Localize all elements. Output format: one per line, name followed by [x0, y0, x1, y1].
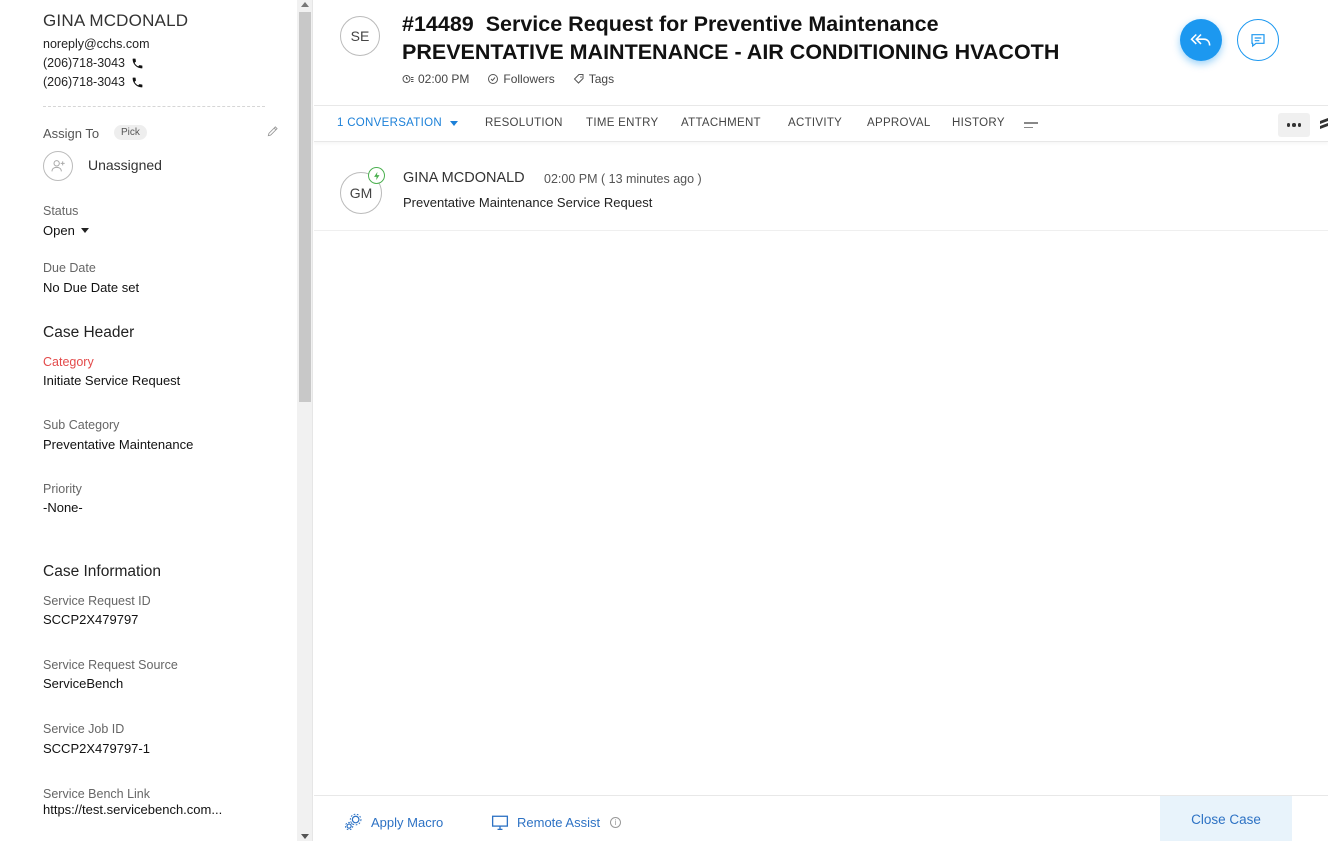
phone-number: (206)718-3043: [43, 75, 126, 89]
sidebar-scrollbar[interactable]: [297, 0, 313, 841]
followers-label: Followers: [503, 72, 555, 86]
followers-button[interactable]: Followers: [487, 72, 555, 86]
monitor-icon: [491, 815, 509, 831]
contact-email[interactable]: noreply@cchs.com: [43, 37, 149, 51]
ticket-title-line2: PREVENTATIVE MAINTENANCE - AIR CONDITION…: [402, 40, 1060, 64]
assignee-avatar[interactable]: [43, 151, 73, 181]
tab-menu-icon[interactable]: [1024, 122, 1038, 131]
comment-button[interactable]: [1237, 19, 1279, 61]
status-label: Status: [43, 204, 79, 218]
sender-name[interactable]: GINA MCDONALD: [403, 170, 525, 186]
contact-phone[interactable]: (206)718-3043: [43, 56, 144, 70]
tag-icon: [573, 74, 584, 84]
tab-conversation[interactable]: 1 CONVERSATION: [337, 117, 458, 129]
conversation-time: 02:00 PM ( 13 minutes ago ): [544, 172, 702, 186]
info-icon[interactable]: i: [610, 816, 622, 828]
service-job-id-value[interactable]: SCCP2X479797-1: [43, 741, 150, 756]
service-request-id-label: Service Request ID: [43, 594, 151, 608]
tab-label: 1 CONVERSATION: [337, 117, 442, 129]
bottom-action-bar: Apply Macro Remote Assist i Close Case: [314, 795, 1328, 841]
ticket-tabs: 1 CONVERSATION RESOLUTION TIME ENTRY ATT…: [314, 105, 1328, 142]
ticket-time-text: 02:00 PM: [418, 72, 470, 86]
service-job-id-label: Service Job ID: [43, 722, 125, 736]
contact-sidebar: GINA MCDONALD noreply@cchs.com (206)718-…: [0, 0, 297, 841]
priority-label: Priority: [43, 482, 82, 496]
category-label: Category: [43, 355, 94, 369]
phone-number: (206)718-3043: [43, 56, 126, 70]
ticket-meta: 02:00 PM Followers Tags: [402, 72, 614, 86]
scroll-up-icon[interactable]: [301, 2, 309, 7]
service-request-source-value[interactable]: ServiceBench: [43, 676, 123, 691]
scrollbar-thumb[interactable]: [299, 12, 311, 402]
more-options-button[interactable]: [1278, 113, 1310, 137]
service-bench-link-label: Service Bench Link: [43, 787, 151, 801]
due-date-label: Due Date: [43, 261, 96, 275]
tags-button[interactable]: Tags: [573, 72, 614, 86]
lightning-icon: [373, 171, 379, 180]
scroll-down-icon[interactable]: [301, 834, 309, 839]
clock-icon: [402, 75, 414, 83]
case-header-title: Case Header: [43, 324, 135, 341]
caret-down-icon: [80, 228, 89, 233]
reply-all-button[interactable]: [1180, 19, 1222, 61]
tab-approval[interactable]: APPROVAL: [867, 117, 931, 129]
check-circle-icon: [488, 74, 499, 84]
dot-icon: [1297, 123, 1302, 127]
conversation-item[interactable]: GM GINA MCDONALD 02:00 PM ( 13 minutes a…: [314, 143, 1328, 231]
tab-history[interactable]: HISTORY: [952, 117, 1005, 129]
comment-icon: [1251, 34, 1265, 48]
due-date-value[interactable]: No Due Date set: [43, 280, 139, 295]
phone-icon[interactable]: [131, 57, 144, 70]
apply-macro-label: Apply Macro: [371, 814, 444, 830]
sub-category-value[interactable]: Preventative Maintenance: [43, 437, 193, 452]
add-user-icon: [51, 160, 65, 172]
ticket-detail: SE #14489 Service Request for Preventive…: [314, 0, 1328, 841]
ticket-time[interactable]: 02:00 PM: [402, 72, 469, 86]
assign-to-label: Assign To: [43, 126, 100, 141]
dot-icon: [1286, 123, 1291, 127]
dot-icon: [1292, 123, 1296, 127]
caret-down-icon: [449, 120, 458, 126]
ticket-title-line1: #14489 Service Request for Preventive Ma…: [402, 12, 939, 36]
contact-name[interactable]: GINA MCDONALD: [43, 11, 188, 31]
layers-icon[interactable]: [1320, 117, 1328, 131]
service-bench-link[interactable]: https://test.servicebench.com...: [43, 802, 222, 817]
lightning-badge-icon: [368, 167, 385, 184]
pick-button[interactable]: Pick: [114, 125, 147, 140]
apply-macro-button[interactable]: Apply Macro: [344, 813, 443, 831]
reply-all-icon: [1190, 33, 1211, 46]
close-case-button[interactable]: Close Case: [1160, 796, 1292, 841]
ticket-avatar[interactable]: SE: [340, 16, 380, 56]
category-value[interactable]: Initiate Service Request: [43, 373, 180, 388]
tab-activity[interactable]: ACTIVITY: [788, 117, 842, 129]
gears-icon: [344, 813, 362, 831]
case-information-title: Case Information: [43, 563, 162, 580]
service-request-id-value[interactable]: SCCP2X479797: [43, 612, 138, 627]
tab-time-entry[interactable]: TIME ENTRY: [586, 117, 658, 129]
priority-value[interactable]: -None-: [43, 500, 83, 515]
divider: [43, 106, 265, 107]
tags-label: Tags: [588, 72, 615, 86]
sub-category-label: Sub Category: [43, 418, 120, 432]
phone-icon[interactable]: [131, 76, 144, 89]
status-dropdown[interactable]: Open: [43, 223, 89, 238]
remote-assist-label: Remote Assist: [517, 814, 601, 830]
remote-assist-button[interactable]: Remote Assist i: [490, 813, 622, 831]
conversation-snippet[interactable]: Preventative Maintenance Service Request: [403, 195, 652, 210]
pencil-icon[interactable]: [266, 124, 280, 138]
tab-resolution[interactable]: RESOLUTION: [485, 117, 563, 129]
status-value: Open: [43, 223, 75, 238]
contact-phone-secondary[interactable]: (206)718-3043: [43, 75, 144, 89]
assignee-name[interactable]: Unassigned: [88, 157, 162, 173]
tab-attachment[interactable]: ATTACHMENT: [681, 117, 761, 129]
ticket-title: #14489 Service Request for Preventive Ma…: [402, 10, 1059, 66]
service-request-source-label: Service Request Source: [43, 658, 178, 672]
